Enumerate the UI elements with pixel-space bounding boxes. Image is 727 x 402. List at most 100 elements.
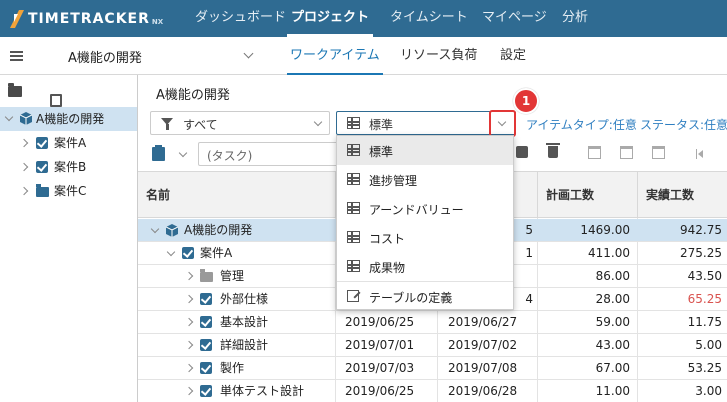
task-placeholder: (タスク) [207, 149, 253, 163]
table-row[interactable]: 製作 2019/07/03 2019/07/08 67.00 53.25 [138, 357, 727, 380]
filter-select[interactable]: すべて [150, 111, 330, 135]
nav-mypage[interactable]: マイページ [482, 0, 547, 37]
complete-icon[interactable] [516, 146, 528, 158]
cell-end: 2019/06/27 [448, 315, 518, 329]
chevron-down-icon[interactable] [166, 247, 176, 257]
cell-planned: 43.00 [595, 338, 630, 352]
table-definition-option[interactable]: テーブルの定義 [337, 282, 513, 311]
cell-actual: 53.25 [687, 361, 722, 375]
tree-item-case-c[interactable]: 案件C [0, 179, 137, 203]
table-icon [347, 202, 360, 214]
cell-start: 2019/07/01 [345, 338, 415, 352]
task-check-icon [36, 161, 48, 173]
calendar-icon[interactable] [652, 146, 665, 159]
item-type-filter[interactable]: アイテムタイプ:任意 [526, 116, 637, 133]
tab-settings[interactable]: 設定 [500, 37, 526, 75]
chevron-right-icon[interactable] [184, 363, 194, 373]
view-dropdown-menu: 標準 進捗管理 アーンドバリュー コスト 成果物 テーブルの定義 [336, 135, 514, 310]
trash-icon[interactable] [546, 143, 560, 158]
chevron-right-icon[interactable] [184, 386, 194, 396]
col-header-name[interactable]: 名前 [138, 172, 335, 219]
option-label: 標準 [369, 145, 394, 159]
view-option-standard[interactable]: 標準 [337, 136, 513, 165]
chevron-down-icon[interactable] [178, 148, 188, 158]
option-label: アーンドバリュー [369, 203, 464, 217]
task-check-icon [200, 339, 212, 351]
tree-item-label: A機能の開発 [36, 112, 105, 126]
calendar-icon[interactable] [620, 146, 633, 159]
edit-table-icon [347, 290, 359, 302]
cell-actual: 43.50 [687, 269, 722, 283]
cell-actual: 5.00 [695, 338, 722, 352]
cell-name: 製作 [220, 361, 245, 375]
col-header-planned[interactable]: 計画工数 [537, 172, 637, 219]
chevron-right-icon[interactable] [184, 294, 194, 304]
folder-icon[interactable] [8, 83, 22, 97]
tab-work-items[interactable]: ワークアイテム [287, 37, 383, 75]
cell-actual: 3.00 [695, 384, 722, 398]
logo-mark-icon [10, 10, 24, 28]
clipboard-icon[interactable] [152, 145, 165, 161]
chevron-down-icon[interactable] [4, 112, 14, 122]
logo-suffix: NX [151, 18, 164, 26]
cell-planned: 28.00 [595, 292, 630, 306]
col-header-actual[interactable]: 実績工数 [637, 172, 727, 219]
tree-item-case-b[interactable]: 案件B [0, 155, 137, 179]
table-icon [347, 144, 360, 156]
table-row[interactable]: 詳細設計 2019/07/01 2019/07/02 43.00 5.00 [138, 334, 727, 357]
table-row[interactable]: 単体テスト設計 2019/06/25 2019/06/28 11.00 3.00 [138, 380, 727, 402]
chevron-right-icon[interactable] [19, 138, 29, 148]
cube-icon [20, 112, 32, 125]
table-icon [347, 173, 360, 185]
cell-planned: 11.00 [595, 384, 630, 398]
cell-planned: 86.00 [595, 269, 630, 283]
logo: TIMETRACKER NX [10, 8, 163, 30]
tree-item-root[interactable]: A機能の開発 [0, 107, 137, 131]
view-value: 標準 [369, 118, 394, 132]
tree-item-label: 案件C [54, 184, 87, 198]
view-option-progress[interactable]: 進捗管理 [337, 165, 513, 194]
tab-resource-load[interactable]: リソース負荷 [400, 37, 477, 75]
chevron-right-icon[interactable] [19, 162, 29, 172]
chevron-right-icon[interactable] [19, 186, 29, 196]
documents-icon[interactable] [50, 94, 62, 107]
task-check-icon [200, 362, 212, 374]
project-header: A機能の開発 ワークアイテム リソース負荷 設定 [0, 37, 727, 75]
chevron-down-icon[interactable] [497, 117, 507, 127]
nav-dashboard[interactable]: ダッシュボード [195, 0, 286, 37]
option-label: コスト [369, 232, 406, 246]
nav-project[interactable]: プロジェクト [287, 0, 373, 37]
chevron-right-icon[interactable] [184, 271, 194, 281]
view-option-deliverables[interactable]: 成果物 [337, 252, 513, 281]
task-type-select[interactable]: (タスク) [198, 142, 338, 166]
view-dropdown-toggle[interactable] [489, 110, 516, 137]
cell-start: 2019/07/03 [345, 361, 415, 375]
project-selector[interactable]: A機能の開発 [68, 47, 142, 66]
calendar-icon[interactable] [588, 146, 601, 159]
nav-timesheet[interactable]: タイムシート [390, 0, 468, 37]
filter-value: すべて [183, 118, 218, 132]
chevron-right-icon[interactable] [184, 317, 194, 327]
cell-actual: 275.25 [680, 246, 722, 260]
status-filter[interactable]: ステータス:任意 [640, 116, 727, 133]
chevron-down-icon[interactable] [150, 224, 160, 234]
option-label: 進捗管理 [369, 174, 418, 188]
cell-name: 外部仕様 [220, 292, 269, 306]
tree-item-label: 案件A [54, 136, 87, 150]
cell-planned: 411.00 [588, 246, 630, 260]
tree-item-case-a[interactable]: 案件A [0, 131, 137, 155]
project-tree-pane: A機能の開発 案件A 案件B 案件C [0, 75, 138, 402]
chevron-right-icon[interactable] [184, 340, 194, 350]
view-option-cost[interactable]: コスト [337, 223, 513, 252]
chevron-down-icon[interactable] [243, 48, 254, 59]
menu-icon[interactable] [10, 51, 23, 61]
task-check-icon [200, 293, 212, 305]
nav-analysis[interactable]: 分析 [562, 0, 588, 37]
chevron-down-icon[interactable] [313, 117, 323, 127]
cell-end: 2019/06/28 [448, 384, 518, 398]
table-row[interactable]: 基本設計 2019/06/25 2019/06/27 59.00 11.75 [138, 311, 727, 334]
table-icon [347, 117, 360, 129]
cell-planned: 1469.00 [580, 223, 630, 237]
first-page-icon[interactable] [696, 149, 704, 159]
view-option-earned-value[interactable]: アーンドバリュー [337, 194, 513, 223]
